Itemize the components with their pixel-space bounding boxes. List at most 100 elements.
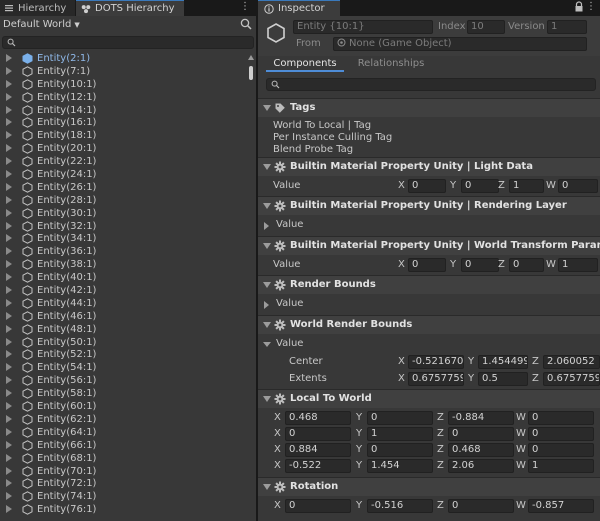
entity-list-item[interactable]: Entity(10:1) <box>0 78 256 91</box>
entity-list-item[interactable]: Entity(58:1) <box>0 387 256 400</box>
expand-arrow-icon[interactable] <box>6 492 12 501</box>
entity-list-item[interactable]: Entity(30:1) <box>0 207 256 220</box>
component-search-input[interactable] <box>266 78 596 91</box>
center-z-field[interactable]: 2.060052 <box>543 355 600 369</box>
matrix-cell-field[interactable]: 0 <box>367 411 433 425</box>
expand-arrow-icon[interactable] <box>6 298 12 307</box>
scrollbar-thumb[interactable] <box>249 66 253 80</box>
expand-arrow-icon[interactable] <box>6 311 12 320</box>
wtp-x-field[interactable]: 0 <box>408 258 446 272</box>
entity-list-item[interactable]: Entity(42:1) <box>0 284 256 297</box>
entity-list-item[interactable]: Entity(7:1) <box>0 65 256 78</box>
expand-arrow-icon[interactable] <box>6 170 12 179</box>
entity-list-item[interactable]: Entity(52:1) <box>0 348 256 361</box>
expand-arrow-icon[interactable] <box>6 144 12 153</box>
rotation-x-field[interactable]: 0 <box>285 499 351 513</box>
section-rendering-layer[interactable]: Builtin Material Property Unity | Render… <box>258 196 600 215</box>
entity-list-item[interactable]: Entity(64:1) <box>0 426 256 439</box>
extents-z-field[interactable]: 0.6757759 <box>543 372 600 386</box>
entity-list-item[interactable]: Entity(24:1) <box>0 168 256 181</box>
expand-arrow-icon[interactable] <box>6 479 12 488</box>
entity-list-item[interactable]: Entity(2:1) <box>0 52 256 65</box>
wtp-y-field[interactable]: 0 <box>461 258 499 272</box>
center-y-field[interactable]: 1.454499 <box>478 355 528 369</box>
matrix-cell-field[interactable]: 1 <box>367 427 433 441</box>
foldout-closed-icon[interactable] <box>264 222 269 230</box>
matrix-cell-field[interactable]: 0 <box>367 443 433 457</box>
expand-arrow-icon[interactable] <box>6 402 12 411</box>
matrix-cell-field[interactable]: 0 <box>448 427 514 441</box>
hierarchy-scrollbar[interactable] <box>247 52 255 521</box>
entity-list-item[interactable]: Entity(44:1) <box>0 297 256 310</box>
entity-list-item[interactable]: Entity(54:1) <box>0 361 256 374</box>
version-field[interactable]: 1 <box>547 20 587 34</box>
entity-list-item[interactable]: Entity(72:1) <box>0 477 256 490</box>
scroll-up-icon[interactable] <box>248 55 254 60</box>
expand-arrow-icon[interactable] <box>6 208 12 217</box>
expand-arrow-icon[interactable] <box>6 273 12 282</box>
matrix-cell-field[interactable]: 0.468 <box>285 411 351 425</box>
entity-list-item[interactable]: Entity(22:1) <box>0 155 256 168</box>
value-label[interactable]: Value <box>276 218 303 232</box>
entity-list-item[interactable]: Entity(12:1) <box>0 91 256 104</box>
entity-list-item[interactable]: Entity(40:1) <box>0 271 256 284</box>
tab-inspector[interactable]: Inspector <box>258 0 340 16</box>
entity-list-item[interactable]: Entity(20:1) <box>0 142 256 155</box>
expand-arrow-icon[interactable] <box>6 118 12 127</box>
entity-list-item[interactable]: Entity(32:1) <box>0 220 256 233</box>
extents-y-field[interactable]: 0.5 <box>478 372 528 386</box>
expand-arrow-icon[interactable] <box>6 92 12 101</box>
entity-list-item[interactable]: Entity(50:1) <box>0 336 256 349</box>
entity-list-item[interactable]: Entity(18:1) <box>0 129 256 142</box>
expand-arrow-icon[interactable] <box>6 195 12 204</box>
expand-arrow-icon[interactable] <box>6 66 12 75</box>
entity-list-item[interactable]: Entity(48:1) <box>0 323 256 336</box>
rotation-w-field[interactable]: -0.857 <box>528 499 594 513</box>
entity-list-item[interactable]: Entity(28:1) <box>0 194 256 207</box>
light-data-y-field[interactable]: 0 <box>461 179 499 193</box>
entity-list-item[interactable]: Entity(68:1) <box>0 452 256 465</box>
section-light-data[interactable]: Builtin Material Property Unity | Light … <box>258 157 600 176</box>
matrix-cell-field[interactable]: 0 <box>528 443 594 457</box>
expand-arrow-icon[interactable] <box>6 505 12 514</box>
center-x-field[interactable]: -0.5216708 <box>408 355 464 369</box>
kebab-menu-icon[interactable]: ⋮ <box>240 1 250 12</box>
tab-dots-hierarchy[interactable]: DOTS Hierarchy <box>76 0 184 16</box>
light-data-z-field[interactable]: 1 <box>509 179 544 193</box>
matrix-cell-field[interactable]: 0.884 <box>285 443 351 457</box>
matrix-cell-field[interactable]: 0 <box>528 427 594 441</box>
index-field[interactable]: 10 <box>467 20 505 34</box>
search-icon[interactable] <box>240 18 252 30</box>
expand-arrow-icon[interactable] <box>6 389 12 398</box>
section-rotation[interactable]: Rotation <box>258 477 600 496</box>
tab-relationships[interactable]: Relationships <box>346 56 436 72</box>
extents-x-field[interactable]: 0.6757759 <box>408 372 464 386</box>
rotation-z-field[interactable]: 0 <box>448 499 514 513</box>
expand-arrow-icon[interactable] <box>6 131 12 140</box>
from-field[interactable]: None (Game Object) <box>333 37 587 51</box>
kebab-menu-icon[interactable]: ⋮ <box>586 1 596 12</box>
matrix-cell-field[interactable]: 2.06 <box>448 459 514 473</box>
wtp-w-field[interactable]: 1 <box>558 258 598 272</box>
entity-list-item[interactable]: Entity(38:1) <box>0 258 256 271</box>
entity-list-item[interactable]: Entity(34:1) <box>0 232 256 245</box>
expand-arrow-icon[interactable] <box>6 440 12 449</box>
matrix-cell-field[interactable]: 0 <box>285 427 351 441</box>
expand-arrow-icon[interactable] <box>6 157 12 166</box>
expand-arrow-icon[interactable] <box>6 427 12 436</box>
entity-list-item[interactable]: Entity(62:1) <box>0 413 256 426</box>
expand-arrow-icon[interactable] <box>6 324 12 333</box>
expand-arrow-icon[interactable] <box>6 350 12 359</box>
world-dropdown[interactable]: Default World ▼ <box>3 17 80 32</box>
entity-list-item[interactable]: Entity(66:1) <box>0 439 256 452</box>
expand-arrow-icon[interactable] <box>6 221 12 230</box>
entity-name-field[interactable]: Entity {10:1} <box>293 20 433 34</box>
section-tags[interactable]: Tags <box>258 98 600 117</box>
expand-arrow-icon[interactable] <box>6 286 12 295</box>
rotation-y-field[interactable]: -0.516 <box>367 499 433 513</box>
expand-arrow-icon[interactable] <box>6 234 12 243</box>
value-label[interactable]: Value <box>276 337 303 351</box>
entity-list-item[interactable]: Entity(60:1) <box>0 400 256 413</box>
expand-arrow-icon[interactable] <box>6 247 12 256</box>
light-data-w-field[interactable]: 0 <box>558 179 598 193</box>
